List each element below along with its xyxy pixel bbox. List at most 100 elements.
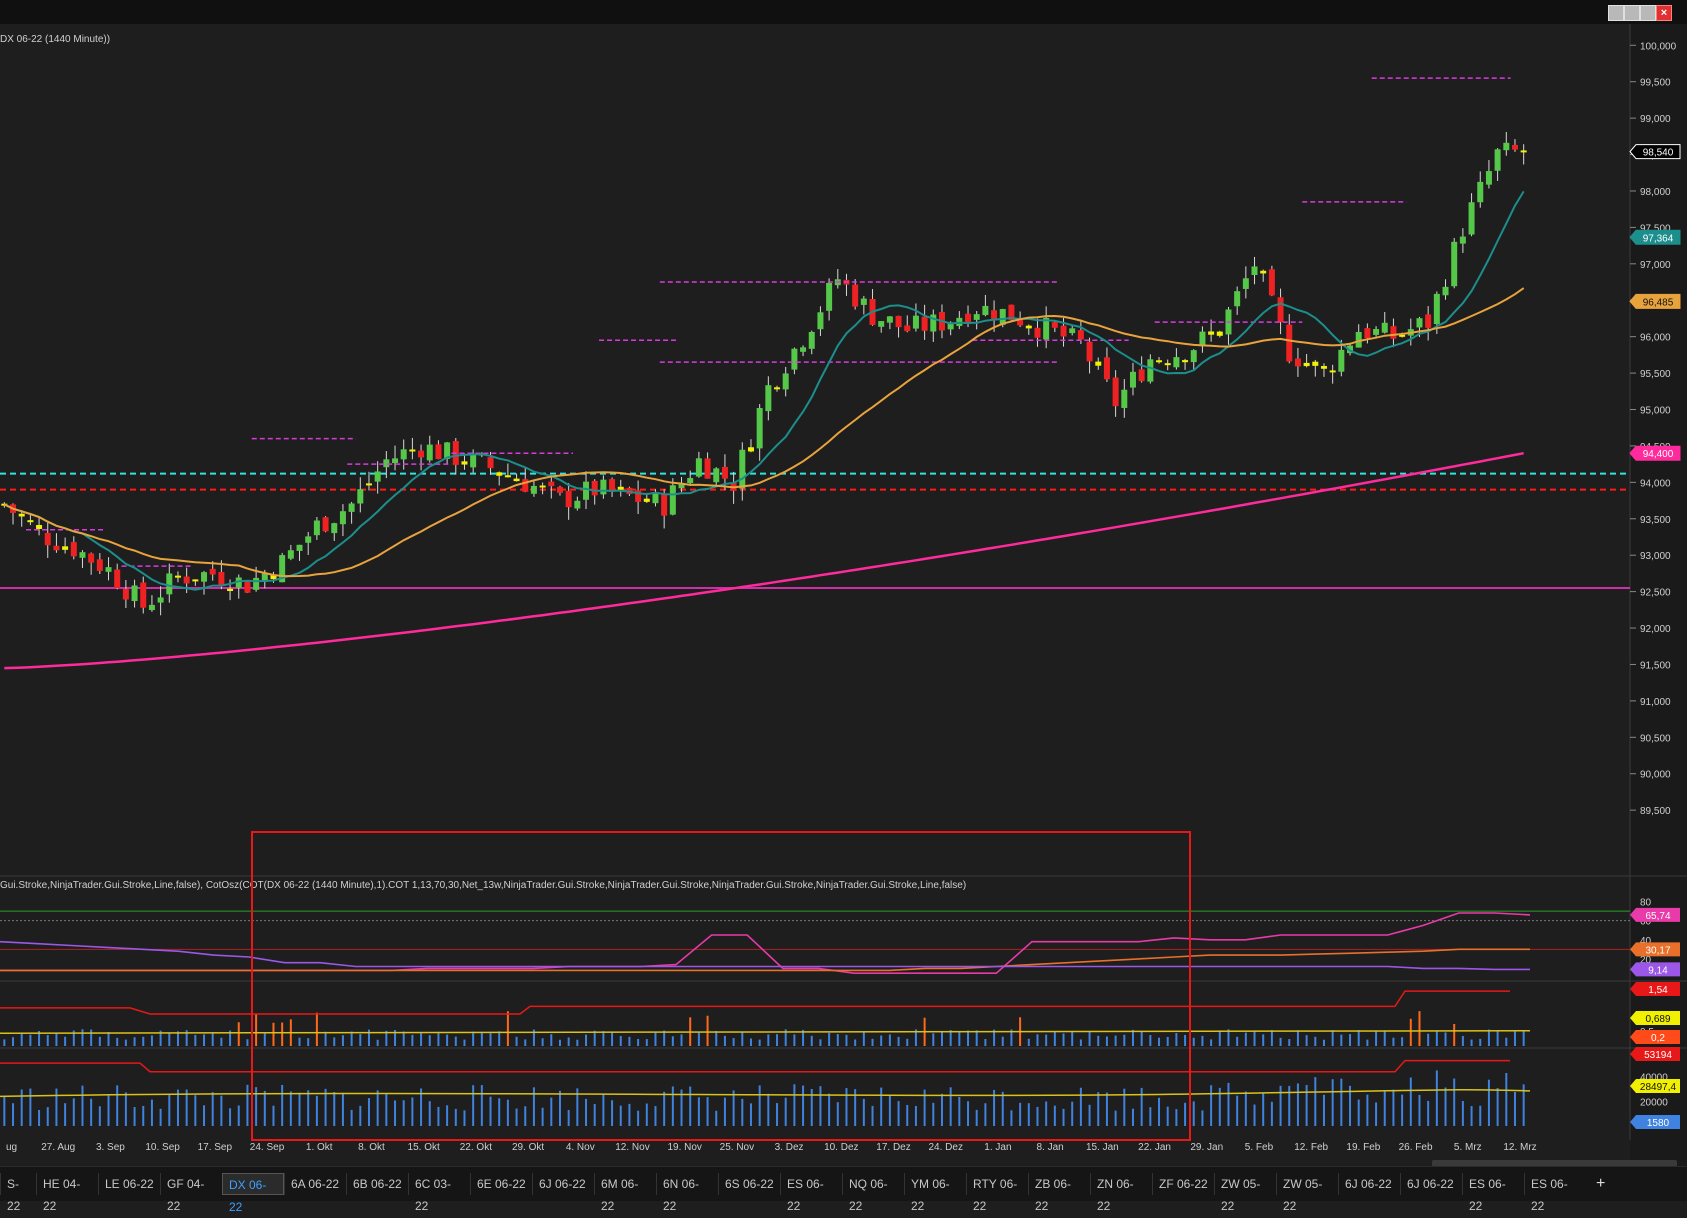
instrument-tab[interactable]: 6J 06-22 bbox=[1400, 1173, 1462, 1195]
instrument-tab[interactable]: 6S 06-22 bbox=[718, 1173, 780, 1195]
time-axis-label: ug bbox=[6, 1142, 17, 1153]
candle-body bbox=[1416, 318, 1423, 328]
candle-body bbox=[1468, 202, 1475, 235]
instrument-tab[interactable]: 6M 06-22 bbox=[594, 1173, 656, 1213]
volume-badge-label: 53194 bbox=[1644, 1050, 1672, 1061]
instrument-tab[interactable]: GF 04-22 bbox=[160, 1173, 222, 1213]
price-tick-label: 97,000 bbox=[1640, 260, 1671, 271]
instrument-tab[interactable]: LE 06-22 bbox=[98, 1173, 160, 1195]
price-badge-label: 96,485 bbox=[1643, 297, 1674, 308]
instrument-tab[interactable]: 6B 06-22 bbox=[346, 1173, 408, 1195]
candle-body bbox=[1320, 366, 1327, 369]
candle-body bbox=[1329, 370, 1336, 373]
instrument-tab[interactable]: 6E 06-22 bbox=[470, 1173, 532, 1195]
time-axis-label: 12. Mrz bbox=[1503, 1142, 1536, 1153]
candle-body bbox=[201, 572, 208, 582]
candle-body bbox=[487, 457, 494, 469]
candle-body bbox=[96, 559, 103, 571]
time-axis-label: 8. Okt bbox=[358, 1142, 385, 1153]
candle-body bbox=[296, 544, 303, 551]
candle-body bbox=[1182, 360, 1189, 363]
instrument-tab[interactable]: YM 06-22 bbox=[904, 1173, 966, 1213]
candle-body bbox=[365, 483, 372, 486]
instrument-tab[interactable]: DX 06-22 bbox=[222, 1173, 284, 1214]
candle-body bbox=[1234, 291, 1241, 307]
candle-body bbox=[591, 480, 598, 496]
instrument-tab[interactable]: ZW 05-22 bbox=[1214, 1173, 1276, 1213]
oscillator-badge-label: 30,17 bbox=[1645, 945, 1670, 956]
candle-body bbox=[982, 305, 989, 316]
candle-body bbox=[695, 458, 702, 477]
candle-body bbox=[1294, 358, 1301, 367]
candle-body bbox=[973, 314, 980, 320]
candle-body bbox=[1520, 150, 1527, 153]
candle-body bbox=[1199, 331, 1206, 347]
candle-body bbox=[53, 545, 60, 551]
candle-body bbox=[782, 373, 789, 390]
instrument-tab[interactable]: S-22 bbox=[0, 1173, 36, 1213]
candle-body bbox=[747, 447, 754, 452]
candle-body bbox=[174, 575, 181, 578]
instrument-tab[interactable]: HE 04-22 bbox=[36, 1173, 98, 1213]
chart-canvas[interactable]: 100,00099,50099,00098,50098,00097,50097,… bbox=[0, 0, 1687, 1166]
price-tick-label: 100,000 bbox=[1640, 41, 1677, 52]
candle-body bbox=[704, 458, 711, 479]
instrument-tab[interactable]: RTY 06-22 bbox=[966, 1173, 1028, 1213]
price-tick-label: 94,000 bbox=[1640, 478, 1671, 489]
instrument-tab[interactable]: ES 06-22 bbox=[1524, 1173, 1586, 1213]
candle-body bbox=[1060, 325, 1067, 337]
candle-body bbox=[1138, 369, 1145, 382]
candle-body bbox=[331, 523, 338, 534]
add-tab-button[interactable]: + bbox=[1590, 1173, 1611, 1195]
candle-body bbox=[1242, 278, 1249, 289]
candle-body bbox=[122, 588, 129, 600]
ratio-badge-label: 0,2 bbox=[1651, 1033, 1665, 1044]
instrument-tab[interactable]: ZF 06-22 bbox=[1152, 1173, 1214, 1195]
instrument-tab[interactable]: ZN 06-22 bbox=[1090, 1173, 1152, 1213]
time-axis-label: 10. Sep bbox=[145, 1142, 180, 1153]
instrument-tab[interactable]: NQ 06-22 bbox=[842, 1173, 904, 1213]
candle-body bbox=[79, 552, 86, 558]
instrument-tab[interactable]: ES 06-22 bbox=[780, 1173, 842, 1213]
candle-body bbox=[895, 315, 902, 328]
ratio-badge-label: 1,54 bbox=[1648, 985, 1668, 996]
candle-body bbox=[643, 498, 650, 502]
instrument-tab[interactable]: 6N 06-22 bbox=[656, 1173, 718, 1213]
candle-body bbox=[1390, 326, 1397, 339]
candle-body bbox=[800, 347, 807, 352]
instrument-tab[interactable]: ES 06-22 bbox=[1462, 1173, 1524, 1213]
candle-body bbox=[886, 316, 893, 323]
oscillator-tick-label: 80 bbox=[1640, 898, 1652, 909]
instrument-tab[interactable]: 6J 06-22 bbox=[532, 1173, 594, 1195]
candle-body bbox=[583, 481, 590, 500]
instrument-tab[interactable]: ZW 05-22 bbox=[1276, 1173, 1338, 1213]
candle-body bbox=[313, 520, 320, 536]
oscillator-badge-label: 9,14 bbox=[1648, 965, 1668, 976]
instrument-tab[interactable]: 6A 06-22 bbox=[284, 1173, 346, 1195]
time-axis-label: 12. Nov bbox=[615, 1142, 649, 1153]
candle-body bbox=[513, 478, 520, 482]
candle-body bbox=[617, 486, 624, 490]
candle-body bbox=[860, 298, 867, 305]
price-tick-label: 92,000 bbox=[1640, 624, 1671, 635]
candle-body bbox=[574, 500, 581, 509]
candle-body bbox=[470, 453, 477, 468]
candle-body bbox=[1025, 325, 1032, 329]
candle-body bbox=[496, 472, 503, 476]
instrument-tab[interactable]: 6J 06-22 bbox=[1338, 1173, 1400, 1195]
candle-body bbox=[1268, 269, 1275, 296]
candle-body bbox=[1364, 328, 1371, 339]
candle-body bbox=[131, 585, 138, 602]
candle-body bbox=[1303, 362, 1310, 367]
candle-body bbox=[904, 325, 911, 332]
candle-body bbox=[522, 479, 529, 492]
candle-body bbox=[600, 479, 607, 495]
candle-body bbox=[1338, 349, 1345, 372]
candle-body bbox=[287, 550, 294, 559]
instrument-tab[interactable]: 6C 03-22 bbox=[408, 1173, 470, 1213]
instrument-tab[interactable]: ZB 06-22 bbox=[1028, 1173, 1090, 1213]
volume-badge-label: 1580 bbox=[1647, 1118, 1670, 1129]
time-axis-label: 29. Okt bbox=[512, 1142, 544, 1153]
candle-body bbox=[921, 316, 928, 331]
volume-tick-label: 20000 bbox=[1640, 1097, 1668, 1108]
